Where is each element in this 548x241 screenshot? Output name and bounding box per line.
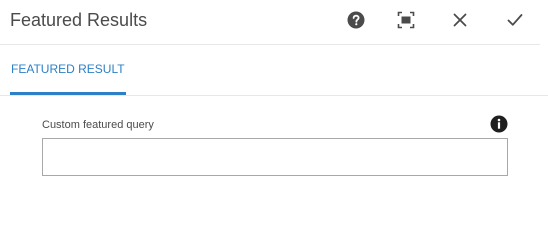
- done-button[interactable]: [503, 8, 527, 32]
- info-icon: [490, 115, 508, 133]
- help-button[interactable]: [344, 8, 368, 32]
- fullscreen-button[interactable]: [394, 8, 418, 32]
- close-button[interactable]: [448, 8, 472, 32]
- checkmark-icon: [507, 14, 523, 26]
- close-icon: [453, 13, 467, 27]
- help-circle-icon: [347, 11, 365, 29]
- tab-featured-result[interactable]: FEATURED RESULT: [10, 45, 126, 95]
- custom-featured-query-input[interactable]: [42, 138, 508, 176]
- tab-bar: FEATURED RESULT: [0, 45, 548, 96]
- field-info-button[interactable]: [490, 115, 508, 133]
- featured-results-dialog: Featured Results FEATURED RESULT Custom …: [0, 0, 548, 241]
- dialog-header: Featured Results: [0, 0, 540, 45]
- dialog-title: Featured Results: [10, 10, 148, 30]
- tab-label: FEATURED RESULT: [11, 61, 125, 76]
- custom-featured-query-label: Custom featured query: [42, 119, 154, 131]
- fullscreen-icon: [397, 11, 415, 29]
